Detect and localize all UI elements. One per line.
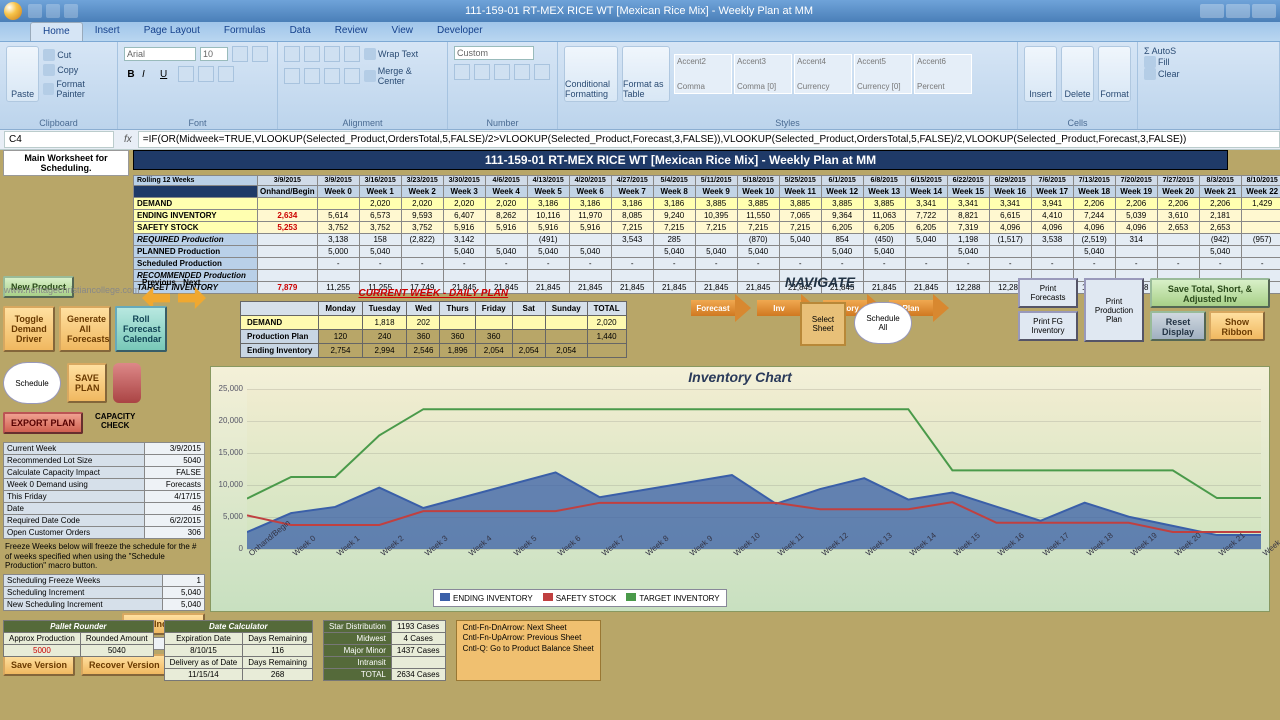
cell-style-accent5[interactable]: Accent5Currency [0] — [854, 54, 912, 94]
formula-bar: C4 fx =IF(OR(Midweek=TRUE,VLOOKUP(Select… — [0, 130, 1280, 150]
fill-color-button[interactable] — [198, 66, 214, 82]
info-table: Current Week3/9/2015Recommended Lot Size… — [3, 442, 205, 539]
navigate-title: NAVIGATE — [680, 274, 960, 290]
toggle-demand-driver-button[interactable]: Toggle Demand Driver — [3, 306, 55, 352]
font-size-dropdown[interactable] — [200, 47, 228, 61]
delete-cells-button[interactable]: Delete — [1061, 46, 1094, 102]
daily-plan-table[interactable]: MondayTuesdayWedThursFridaySatSundayTOTA… — [240, 301, 627, 358]
chart-legend: ENDING INVENTORYSAFETY STOCKTARGET INVEN… — [433, 589, 727, 607]
save-plan-button[interactable]: SAVE PLAN — [67, 363, 107, 403]
export-plan-button[interactable]: EXPORT PLAN — [3, 412, 83, 434]
italic-button[interactable]: I — [142, 69, 156, 80]
freeze-help-text: Freeze Weeks below will freeze the sched… — [3, 539, 205, 574]
underline-button[interactable]: U — [160, 69, 174, 80]
pallet-rounder-table: Pallet Rounder Approx ProductionRounded … — [3, 620, 154, 657]
tab-review[interactable]: Review — [323, 22, 380, 41]
select-sheet-button[interactable]: Select Sheet — [800, 302, 846, 346]
scissors-icon — [43, 49, 55, 61]
format-as-table-button[interactable]: Format as Table — [622, 46, 670, 102]
nav-forecast-button[interactable]: Forecast — [691, 294, 751, 322]
shrink-font-icon[interactable] — [252, 46, 268, 62]
cell-style-accent4[interactable]: Accent4Currency — [794, 54, 852, 94]
border-button[interactable] — [178, 66, 194, 82]
daily-plan-title: CURRENT WEEK - DAILY PLAN — [240, 288, 627, 299]
show-ribbon-button[interactable]: Show Ribbon — [1209, 311, 1265, 341]
copy-icon — [43, 64, 55, 76]
chart-title: Inventory Chart — [211, 367, 1269, 387]
format-cells-button[interactable]: Format — [1098, 46, 1131, 102]
window-titlebar: 111-159-01 RT-MEX RICE WT [Mexican Rice … — [0, 0, 1280, 22]
copy-button[interactable]: Copy — [43, 64, 111, 76]
tab-home[interactable]: Home — [30, 22, 83, 41]
tab-formulas[interactable]: Formulas — [212, 22, 278, 41]
watermark: www.heritagechristiancollege.com — [4, 285, 140, 295]
keyboard-tips: Cntl-Fn-DnArrow: Next SheetCntl-Fn-UpArr… — [456, 620, 601, 681]
cell-style-accent6[interactable]: Accent6Percent — [914, 54, 972, 94]
brush-icon — [43, 83, 54, 95]
distribution-table: Star Distribution1193 CasesMidwest4 Case… — [323, 620, 446, 681]
inventory-chart: Inventory Chart Inventory(Cases) 05,0001… — [210, 366, 1270, 612]
date-calculator-table: Date Calculator Expiration DateDays Rema… — [164, 620, 313, 681]
wrap-text-button[interactable]: Wrap Text — [364, 48, 418, 60]
formula-input[interactable]: =IF(OR(Midweek=TRUE,VLOOKUP(Selected_Pro… — [138, 131, 1280, 148]
grow-font-icon[interactable] — [232, 46, 248, 62]
ribbon: Paste Cut Copy Format Painter Clipboard … — [0, 42, 1280, 130]
clear-button[interactable]: Clear — [1144, 68, 1273, 80]
format-painter-button[interactable]: Format Painter — [43, 79, 111, 99]
quick-access-toolbar[interactable] — [28, 4, 78, 18]
number-format-dropdown[interactable] — [454, 46, 534, 60]
roll-forecast-calendar-button[interactable]: Roll Forecast Calendar — [115, 306, 167, 352]
generate-all-forecasts-button[interactable]: Generate All Forecasts — [59, 306, 111, 352]
product-title-cell: 111-159-01 RT-MEX RICE WT [Mexican Rice … — [133, 150, 1228, 170]
paste-button[interactable]: Paste — [6, 46, 39, 102]
reset-display-button[interactable]: Reset Display — [1150, 311, 1206, 341]
schedule-all-button[interactable]: Schedule All — [854, 302, 912, 344]
align-top-icon[interactable] — [284, 46, 300, 62]
freeze-table: Scheduling Freeze Weeks1Scheduling Incre… — [3, 574, 205, 611]
bold-button[interactable]: B — [124, 69, 138, 80]
merge-center-button[interactable]: Merge & Center — [364, 66, 441, 86]
inventory-icon — [113, 363, 141, 403]
cut-button[interactable]: Cut — [43, 49, 111, 61]
tab-view[interactable]: View — [379, 22, 425, 41]
insert-cells-button[interactable]: Insert — [1024, 46, 1057, 102]
tab-page-layout[interactable]: Page Layout — [132, 22, 212, 41]
print-production-plan-button[interactable]: Print Production Plan — [1084, 278, 1144, 342]
cell-style-accent2[interactable]: Accent2Comma — [674, 54, 732, 94]
conditional-formatting-button[interactable]: Conditional Formatting — [564, 46, 618, 102]
minimize-icon — [1200, 4, 1224, 18]
autosum-button[interactable]: Σ AutoS — [1144, 46, 1273, 56]
print-fg-inventory-button[interactable]: Print FG Inventory — [1018, 311, 1078, 341]
close-icon — [1252, 4, 1276, 18]
tab-developer[interactable]: Developer — [425, 22, 495, 41]
font-color-button[interactable] — [218, 66, 234, 82]
tab-data[interactable]: Data — [278, 22, 323, 41]
capacity-check-label: CAPACITY CHECK — [95, 412, 135, 434]
main-worksheet-note: Main Worksheet for Scheduling. — [3, 150, 129, 176]
schedule-button[interactable]: Schedule — [3, 362, 61, 404]
cell-style-accent3[interactable]: Accent3Comma [0] — [734, 54, 792, 94]
window-title: 111-159-01 RT-MEX RICE WT [Mexican Rice … — [78, 5, 1200, 17]
ribbon-tabs: HomeInsertPage LayoutFormulasDataReviewV… — [0, 22, 1280, 42]
tab-insert[interactable]: Insert — [83, 22, 132, 41]
fill-button[interactable]: Fill — [1144, 56, 1273, 68]
save-total-button[interactable]: Save Total, Short, & Adjusted Inv — [1150, 278, 1270, 308]
fx-icon[interactable]: fx — [118, 134, 138, 145]
font-name-dropdown[interactable] — [124, 47, 196, 61]
window-controls[interactable] — [1200, 4, 1276, 18]
next-product-button[interactable] — [178, 287, 206, 309]
print-forecasts-button[interactable]: Print Forecasts — [1018, 278, 1078, 308]
maximize-icon — [1226, 4, 1250, 18]
office-button[interactable] — [4, 2, 22, 20]
name-box[interactable]: C4 — [4, 131, 114, 148]
